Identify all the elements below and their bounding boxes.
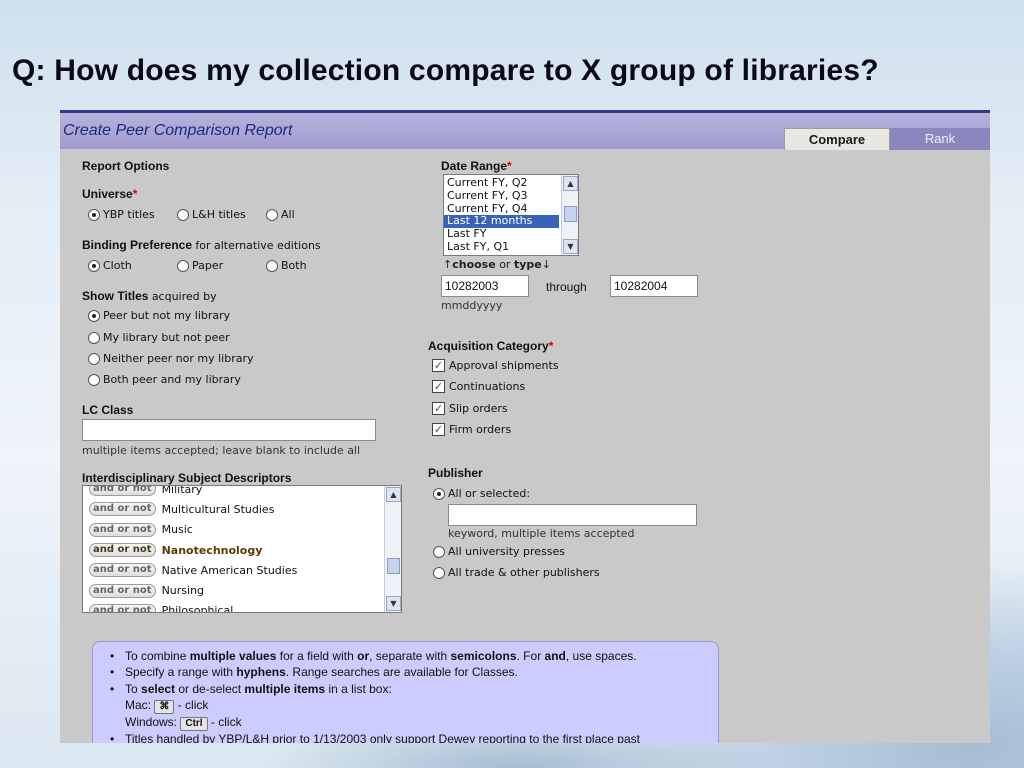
- universe-option-ybp[interactable]: YBP titles: [88, 208, 155, 221]
- panel-header: Create Peer Comparison Report Compare Ra…: [60, 113, 990, 150]
- list-item-highlighted[interactable]: and or not Nanotechnology: [83, 540, 401, 560]
- checkbox-checked-icon: ✓: [432, 359, 445, 372]
- tab-rank[interactable]: Rank: [890, 128, 990, 150]
- through-label: through: [546, 280, 587, 294]
- ctrl-key-icon: Ctrl: [180, 716, 208, 731]
- list-item[interactable]: and or not Multicultural Studies: [83, 499, 401, 519]
- command-key-icon: ⌘: [154, 699, 175, 714]
- and-or-not-toggle[interactable]: and or not: [89, 502, 156, 517]
- scroll-thumb[interactable]: [564, 206, 577, 222]
- peer-comparison-panel: Create Peer Comparison Report Compare Ra…: [60, 110, 990, 743]
- radio-icon: [433, 566, 445, 579]
- binding-option-cloth[interactable]: Cloth: [88, 259, 132, 272]
- subjects-label: Interdisciplinary Subject Descriptors: [82, 471, 292, 485]
- acquisition-option-continuations[interactable]: ✓ Continuations: [432, 380, 525, 393]
- and-or-not-toggle[interactable]: and or not: [89, 583, 156, 598]
- scroll-thumb[interactable]: [387, 558, 400, 574]
- and-or-not-toggle[interactable]: and or not: [89, 563, 156, 578]
- help-item-windows: Windows: Ctrl - click: [125, 714, 242, 731]
- radio-icon: [88, 331, 100, 344]
- arrow-up-icon: ↑: [443, 258, 453, 271]
- and-or-not-toggle[interactable]: and or not: [89, 543, 156, 558]
- help-item-mac: Mac: ⌘ - click: [125, 697, 209, 714]
- list-item[interactable]: Current FY, Q2: [444, 176, 578, 190]
- list-item[interactable]: Current FY, Q3: [444, 189, 578, 203]
- publisher-hint: keyword, multiple items accepted: [448, 527, 635, 540]
- publisher-option-university[interactable]: All university presses: [433, 545, 565, 558]
- date-range-listbox[interactable]: Current FY, Q2 Current FY, Q3 Current FY…: [443, 174, 579, 256]
- radio-icon: [266, 259, 278, 272]
- radio-selected-icon: [88, 208, 100, 221]
- subjects-scrollbar[interactable]: ▲ ▼: [384, 486, 401, 612]
- radio-icon: [88, 373, 100, 386]
- and-or-not-toggle[interactable]: and or not: [89, 603, 156, 612]
- scroll-down-arrow-icon[interactable]: ▼: [563, 239, 578, 254]
- publisher-option-trade[interactable]: All trade & other publishers: [433, 566, 600, 579]
- date-range-label: Date Range*: [441, 159, 512, 173]
- help-item: Specify a range with hyphens. Range sear…: [110, 664, 708, 681]
- list-item[interactable]: and or not Music: [83, 520, 401, 540]
- universe-option-lh[interactable]: L&H titles: [177, 208, 246, 221]
- radio-selected-icon: [88, 259, 100, 272]
- help-item: Titles handled by YBP/L&H prior to 1/13/…: [110, 731, 708, 743]
- report-options-label: Report Options: [82, 159, 170, 173]
- radio-icon: [88, 352, 100, 365]
- acquisition-option-firm[interactable]: ✓ Firm orders: [432, 423, 511, 436]
- checkbox-checked-icon: ✓: [432, 380, 445, 393]
- radio-icon: [177, 259, 189, 272]
- scroll-up-arrow-icon[interactable]: ▲: [563, 176, 578, 191]
- panel-title: Create Peer Comparison Report: [63, 122, 293, 139]
- checkbox-checked-icon: ✓: [432, 402, 445, 415]
- lc-class-hint: multiple items accepted; leave blank to …: [82, 444, 361, 457]
- help-box: To combine multiple values for a field w…: [92, 641, 719, 743]
- binding-label: Binding Preference for alternative editi…: [82, 238, 321, 252]
- publisher-option-all-or-selected[interactable]: All or selected:: [433, 487, 530, 500]
- show-titles-option-mine-not-peer[interactable]: My library but not peer: [88, 331, 230, 344]
- publisher-label: Publisher: [428, 466, 483, 480]
- list-item[interactable]: and or not Philosophical: [83, 601, 401, 612]
- arrow-down-icon: ↓: [541, 258, 551, 271]
- checkbox-checked-icon: ✓: [432, 423, 445, 436]
- binding-option-paper[interactable]: Paper: [177, 259, 223, 272]
- publisher-input[interactable]: [448, 504, 697, 526]
- and-or-not-toggle[interactable]: and or not: [89, 522, 156, 537]
- scroll-down-arrow-icon[interactable]: ▼: [386, 596, 401, 611]
- help-item: To combine multiple values for a field w…: [110, 648, 708, 665]
- scroll-up-arrow-icon[interactable]: ▲: [386, 487, 401, 502]
- radio-icon: [177, 208, 189, 221]
- help-item: To select or de-select multiple items in…: [110, 681, 708, 698]
- universe-option-all[interactable]: All: [266, 208, 295, 221]
- date-to-input[interactable]: 10282004: [610, 275, 698, 297]
- show-titles-option-neither[interactable]: Neither peer nor my library: [88, 352, 254, 365]
- date-range-scrollbar[interactable]: ▲ ▼: [561, 175, 578, 255]
- lc-class-input[interactable]: [82, 419, 376, 441]
- subjects-listbox[interactable]: and or not Military and or not Multicultur…: [82, 485, 402, 613]
- radio-icon: [433, 545, 445, 558]
- slide-title: Q: How does my collection compare to X g…: [12, 54, 879, 87]
- acquisition-option-approval[interactable]: ✓ Approval shipments: [432, 359, 559, 372]
- acquisition-label: Acquisition Category*: [428, 339, 554, 353]
- list-item[interactable]: and or not Native American Studies: [83, 560, 401, 580]
- show-titles-label: Show Titles acquired by: [82, 289, 217, 303]
- choose-or-type-hint: ↑choose or type↓: [443, 258, 551, 271]
- radio-icon: [266, 208, 278, 221]
- date-from-input[interactable]: 10282003: [441, 275, 529, 297]
- radio-selected-icon: [88, 309, 100, 322]
- binding-option-both[interactable]: Both: [266, 259, 307, 272]
- list-item[interactable]: Last FY, Q1: [444, 240, 578, 254]
- list-item[interactable]: and or not Nursing: [83, 580, 401, 600]
- and-or-not-toggle[interactable]: and or not: [89, 486, 156, 497]
- radio-selected-icon: [433, 487, 445, 500]
- lc-class-label: LC Class: [82, 403, 134, 417]
- tab-compare[interactable]: Compare: [784, 128, 890, 150]
- list-item[interactable]: and or not Military: [83, 486, 401, 499]
- show-titles-option-peer-not-mine[interactable]: Peer but not my library: [88, 309, 230, 322]
- acquisition-option-slip[interactable]: ✓ Slip orders: [432, 402, 508, 415]
- show-titles-option-both[interactable]: Both peer and my library: [88, 373, 241, 386]
- universe-label: Universe*: [82, 187, 138, 201]
- date-format-hint: mmddyyyy: [441, 299, 503, 312]
